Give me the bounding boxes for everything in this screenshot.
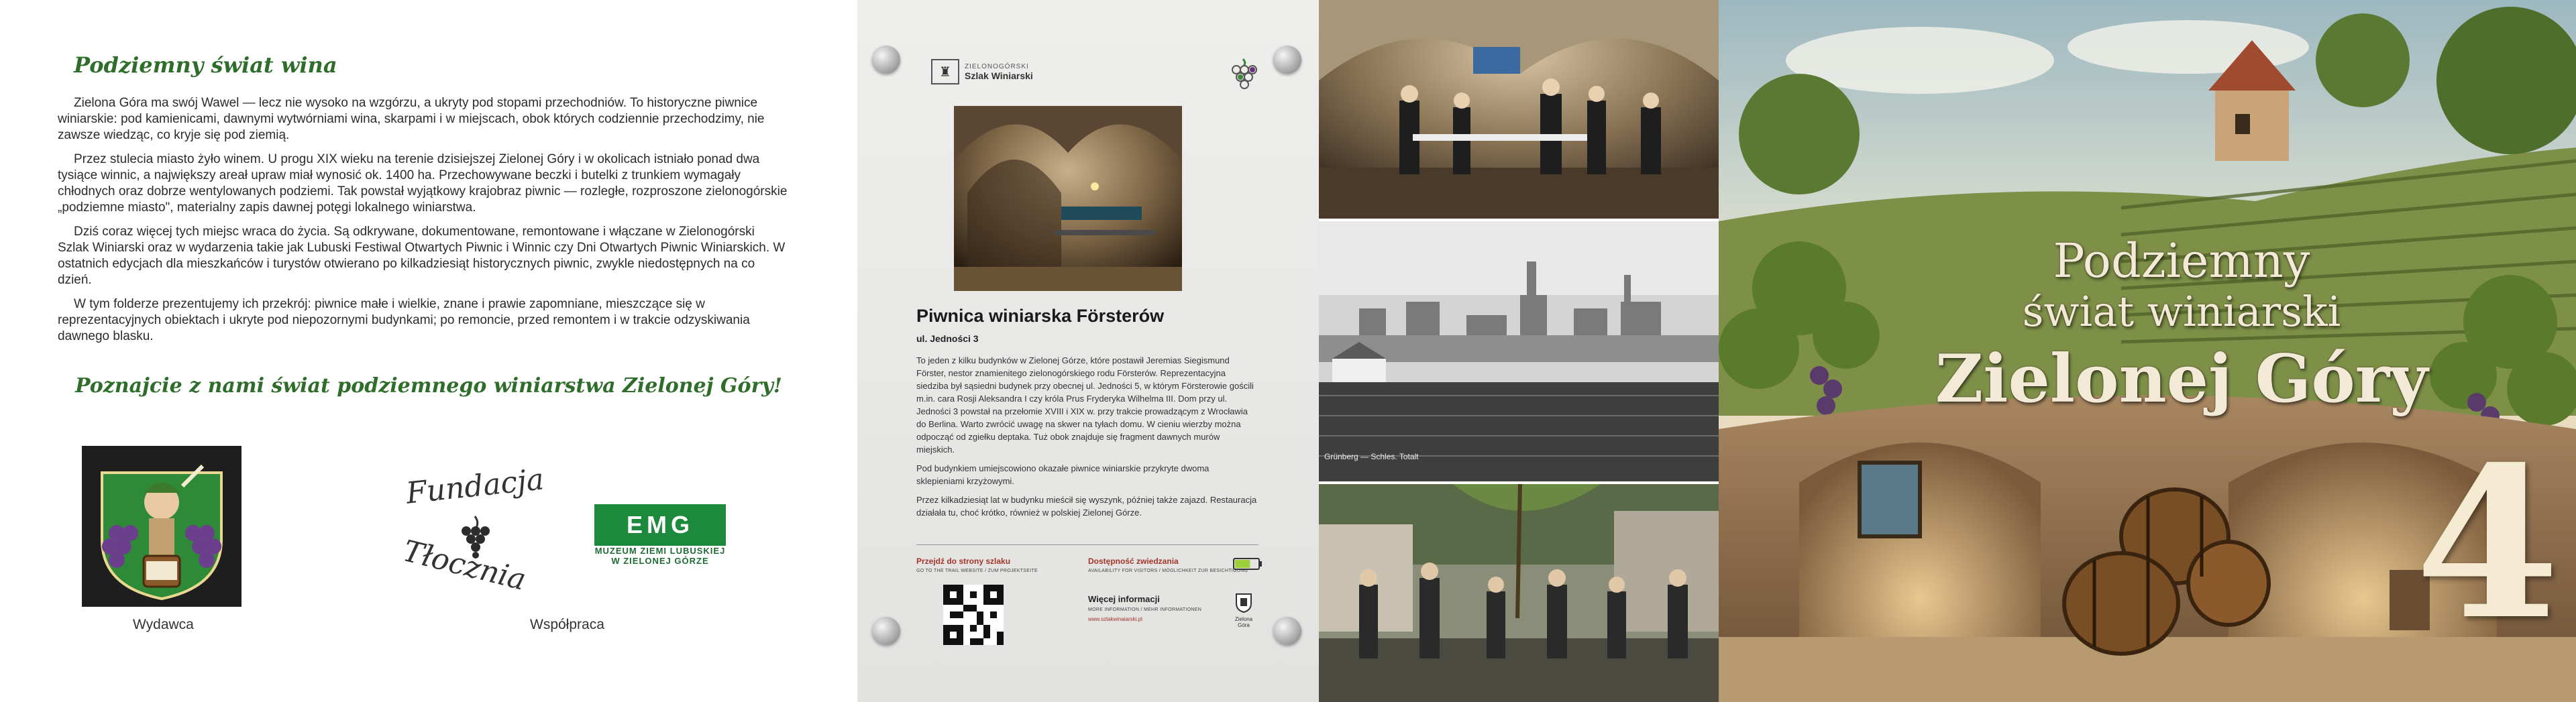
- intro-body: Zielona Góra ma swój Wawel — lecz nie wy…: [58, 95, 789, 353]
- publisher-logo: [82, 446, 241, 607]
- grapes-icon: [1232, 58, 1257, 89]
- more-info-sub: MORE INFORMATION / MEHR INFORMATIONEN: [1088, 607, 1202, 612]
- bacchus-emblem-icon: [82, 446, 241, 607]
- cover-title-line1: Podziemny: [2053, 233, 2310, 288]
- cellar-description: To jeden z kilku budynków w Zielonej Gór…: [916, 354, 1258, 525]
- museum-line2: W ZIELONEJ GÓRZE: [611, 556, 709, 566]
- qr-code[interactable]: [943, 585, 1004, 645]
- foundation-logo: Fundacja Tłocznia: [399, 462, 557, 597]
- courtyard-event-photo: [1319, 484, 1719, 702]
- city-label: Zielona Góra: [1234, 616, 1253, 628]
- cellar-photo: [954, 106, 1182, 291]
- description-paragraph: Pod budynkiem umiejscowiono okazałe piwn…: [916, 463, 1210, 486]
- trail-url-link[interactable]: www.szlakwinaiarski.pl: [1088, 616, 1142, 622]
- cover-page: Podziemny świat winiarski Zielonej Góry …: [1719, 0, 2576, 702]
- screw-icon: [1273, 617, 1301, 645]
- museum-mark-icon: EMG: [594, 504, 726, 546]
- access-sub: AVAILABILITY FOR VISITORS / MÖGLICHKEIT …: [1088, 569, 1248, 573]
- trail-small-label: ZIELONOGÓRSKI: [965, 62, 1029, 70]
- intro-paragraph: W tym folderze prezentujemy ich przekrój…: [58, 297, 750, 343]
- intro-paragraph: Dziś coraz więcej tych miejsc wraca do ż…: [58, 225, 786, 287]
- cover-title-line2: świat winiarski: [2022, 287, 2341, 336]
- description-paragraph: Przez kilkadziesiąt lat w budynku mieści…: [916, 495, 1257, 518]
- museum-mark: EMG: [626, 511, 694, 538]
- museum-line1: MUZEUM ZIEMI LUBUSKIEJ: [594, 546, 726, 556]
- tasting-cellar-photo: [1319, 0, 1719, 219]
- city-crest-icon: [1236, 593, 1252, 613]
- cooperation-caption: Współpraca: [530, 617, 604, 632]
- more-info-label: Więcej informacji: [1088, 594, 1160, 604]
- city-crest: Zielona Góra: [1230, 593, 1257, 628]
- archive-caption: Grünberg — Schles. Totalt: [1324, 452, 1419, 461]
- intro-paragraph: Przez stulecia miasto żyło winem. U prog…: [58, 152, 788, 215]
- trail-logo: ♜ ZIELONOGÓRSKI Szlak Winiarski: [931, 59, 1033, 84]
- access-label: Dostępność zwiedzania: [1088, 557, 1179, 566]
- screw-icon: [872, 46, 900, 74]
- cover-title-line3: Zielonej Góry: [1935, 341, 2428, 418]
- screw-icon: [1273, 46, 1301, 74]
- museum-logo: EMG MUZEUM ZIEMI LUBUSKIEJ W ZIELONEJ GÓ…: [594, 504, 726, 566]
- folder-spread: Podziemny świat wina Zielona Góra ma swó…: [0, 0, 2576, 702]
- publisher-caption: Wydawca: [133, 617, 194, 632]
- foundation-name-line1: Fundacja: [404, 462, 546, 511]
- intro-page: Podziemny świat wina Zielona Góra ma swó…: [0, 0, 857, 702]
- volume-number: 4: [2415, 422, 2560, 666]
- trail-name: Szlak Winiarski: [965, 70, 1033, 81]
- intro-paragraph: Zielona Góra ma swój Wawel — lecz nie wy…: [58, 96, 765, 142]
- intro-title: Podziemny świat wina: [74, 52, 337, 78]
- trail-website-sub: GO TO THE TRAIL WEBSITE / ZUM PROJEKTSEI…: [916, 569, 1038, 573]
- description-paragraph: To jeden z kilku budynków w Zielonej Gór…: [916, 355, 1254, 455]
- info-board: ♜ ZIELONOGÓRSKI Szlak Winiarski Piwnica …: [857, 0, 1319, 702]
- crest-icon: ♜: [931, 59, 959, 84]
- screw-icon: [872, 617, 900, 645]
- cellar-name: Piwnica winiarska Försterów: [916, 306, 1165, 326]
- trail-website-link[interactable]: Przejdź do strony szlaku: [916, 557, 1010, 566]
- photo-strip: Grünberg — Schles. Totalt: [1319, 0, 1719, 702]
- invitation-heading: Poznajcie z nami świat podziemnego winia…: [75, 374, 782, 398]
- archive-city-photo: Grünberg — Schles. Totalt: [1319, 221, 1719, 481]
- divider: [916, 544, 1258, 545]
- cellar-address: ul. Jedności 3: [916, 333, 979, 344]
- accessibility-battery-icon: [1233, 558, 1262, 570]
